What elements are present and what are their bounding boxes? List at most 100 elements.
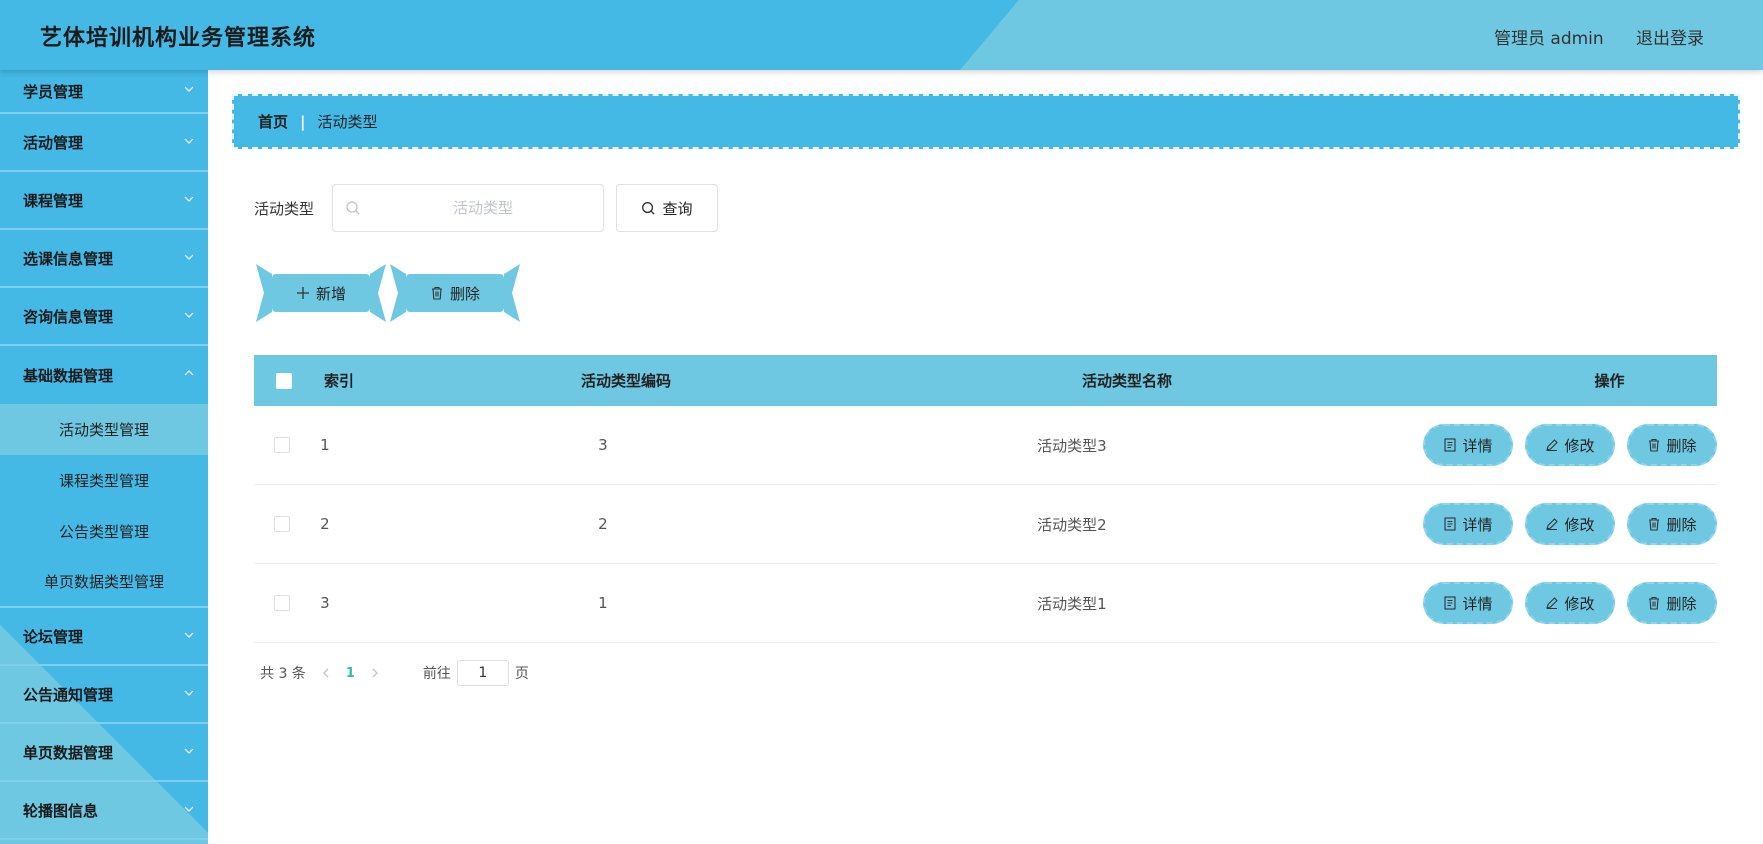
chevron-down-icon xyxy=(184,196,194,202)
breadcrumb-current: 活动类型 xyxy=(317,113,378,131)
app-title: 艺体培训机构业务管理系统 xyxy=(40,26,317,51)
submenu-item-page-data-type[interactable]: 单页数据类型管理 xyxy=(0,557,208,608)
chevron-down-icon xyxy=(184,806,194,812)
search-input[interactable] xyxy=(373,185,593,231)
cell-name: 活动类型2 xyxy=(1037,515,1107,534)
sidebar-item-label: 论坛管理 xyxy=(23,627,84,646)
page-number[interactable]: 1 xyxy=(346,666,355,681)
pagination-total: 共 3 条 xyxy=(260,666,306,682)
row-delete-button-label: 删除 xyxy=(1666,436,1697,455)
document-icon xyxy=(1444,438,1457,452)
cell-code: 3 xyxy=(598,436,608,454)
edit-button-label: 修改 xyxy=(1564,594,1595,613)
sidebar-item-students[interactable]: 学员管理 xyxy=(0,70,208,114)
sidebar-item-label: 活动管理 xyxy=(23,133,84,152)
breadcrumb-separator: | xyxy=(300,112,306,131)
row-delete-button-label: 删除 xyxy=(1666,594,1697,613)
detail-button[interactable]: 详情 xyxy=(1423,582,1513,624)
sidebar-item-label: 学员管理 xyxy=(23,82,84,101)
search-icon xyxy=(642,201,656,215)
document-icon xyxy=(1444,596,1457,610)
edit-button[interactable]: 修改 xyxy=(1525,582,1615,624)
cell-index: 1 xyxy=(320,436,330,454)
search-field xyxy=(332,184,604,232)
chevron-down-icon xyxy=(184,86,194,92)
row-delete-button-label: 删除 xyxy=(1666,515,1697,534)
chevron-down-icon xyxy=(184,312,194,318)
data-table: 索引 活动类型编码 活动类型名称 操作 1 3 活动类型3 详情 修改 删除 2… xyxy=(254,355,1717,643)
table-row: 1 3 活动类型3 详情 修改 删除 xyxy=(254,406,1717,485)
sidebar-item-label: 咨询信息管理 xyxy=(23,307,114,326)
row-delete-button[interactable]: 删除 xyxy=(1627,424,1717,466)
sidebar-item-label: 单页数据管理 xyxy=(23,743,114,762)
goto-label: 前往 xyxy=(422,666,451,682)
submenu-item-course-type[interactable]: 课程类型管理 xyxy=(0,455,208,506)
add-button[interactable]: 新增 xyxy=(256,264,386,322)
cell-index: 3 xyxy=(320,594,330,612)
plus-icon xyxy=(296,287,309,299)
cell-code: 1 xyxy=(598,594,608,612)
query-button-label: 查询 xyxy=(662,199,693,218)
edit-button[interactable]: 修改 xyxy=(1525,424,1615,466)
edit-button-label: 修改 xyxy=(1564,436,1595,455)
submenu-item-notice-type[interactable]: 公告类型管理 xyxy=(0,506,208,557)
breadcrumb: 首页 | 活动类型 xyxy=(232,94,1740,149)
column-header-name: 活动类型名称 xyxy=(1081,372,1172,390)
goto-suffix: 页 xyxy=(514,666,529,682)
sidebar-item-label: 轮播图信息 xyxy=(23,801,99,820)
table-header: 索引 活动类型编码 活动类型名称 操作 xyxy=(254,355,1717,406)
pencil-icon xyxy=(1546,518,1559,531)
row-delete-button[interactable]: 删除 xyxy=(1627,582,1717,624)
column-header-code: 活动类型编码 xyxy=(580,372,671,390)
chevron-right-icon[interactable] xyxy=(369,667,381,679)
sidebar-item-carousel[interactable]: 轮播图信息 xyxy=(0,782,208,840)
search-icon xyxy=(346,201,360,215)
trash-icon xyxy=(1649,596,1660,610)
row-delete-button[interactable]: 删除 xyxy=(1627,503,1717,545)
search-label: 活动类型 xyxy=(254,200,315,218)
chevron-up-icon xyxy=(184,370,194,376)
sidebar-item-courses[interactable]: 课程管理 xyxy=(0,172,208,230)
sidebar-item-page-data[interactable]: 单页数据管理 xyxy=(0,724,208,782)
ribbon-decoration xyxy=(370,264,386,322)
chevron-down-icon xyxy=(184,748,194,754)
cell-name: 活动类型1 xyxy=(1037,594,1107,613)
ribbon-decoration xyxy=(256,264,272,322)
cell-code: 2 xyxy=(598,515,608,533)
pencil-icon xyxy=(1546,439,1559,452)
ribbon-decoration xyxy=(504,264,520,322)
trash-icon xyxy=(1649,438,1660,452)
table-row: 3 1 活动类型1 详情 修改 删除 xyxy=(254,564,1717,643)
sidebar-item-activities[interactable]: 活动管理 xyxy=(0,114,208,172)
detail-button[interactable]: 详情 xyxy=(1423,503,1513,545)
select-all-checkbox[interactable] xyxy=(276,372,292,389)
batch-delete-button[interactable]: 删除 xyxy=(390,264,520,322)
trash-icon xyxy=(431,286,442,300)
cell-index: 2 xyxy=(320,515,330,533)
detail-button-label: 详情 xyxy=(1462,515,1493,534)
sidebar-item-consultation[interactable]: 咨询信息管理 xyxy=(0,288,208,346)
column-header-index: 索引 xyxy=(324,372,355,390)
sidebar-item-notices[interactable]: 公告通知管理 xyxy=(0,666,208,724)
chevron-down-icon xyxy=(184,138,194,144)
sidebar-item-label: 基础数据管理 xyxy=(23,366,114,385)
breadcrumb-home[interactable]: 首页 xyxy=(258,111,288,132)
chevron-down-icon xyxy=(184,632,194,638)
sidebar-item-enrollment[interactable]: 选课信息管理 xyxy=(0,230,208,288)
sidebar-item-base-data[interactable]: 基础数据管理 xyxy=(0,346,208,404)
detail-button[interactable]: 详情 xyxy=(1423,424,1513,466)
logout-link[interactable]: 退出登录 xyxy=(1636,24,1704,49)
sidebar-item-label: 课程管理 xyxy=(23,191,84,210)
detail-button-label: 详情 xyxy=(1462,436,1493,455)
row-checkbox[interactable] xyxy=(274,437,291,453)
column-header-ops: 操作 xyxy=(1594,372,1625,390)
query-button[interactable]: 查询 xyxy=(616,184,718,232)
chevron-left-icon[interactable] xyxy=(320,667,332,679)
page-jump-input[interactable] xyxy=(456,660,509,686)
row-checkbox[interactable] xyxy=(274,516,291,532)
edit-button[interactable]: 修改 xyxy=(1525,503,1615,545)
add-button-label: 新增 xyxy=(315,284,346,303)
submenu-item-activity-type[interactable]: 活动类型管理 xyxy=(0,404,208,455)
row-checkbox[interactable] xyxy=(274,595,291,611)
sidebar-item-forum[interactable]: 论坛管理 xyxy=(0,608,208,666)
